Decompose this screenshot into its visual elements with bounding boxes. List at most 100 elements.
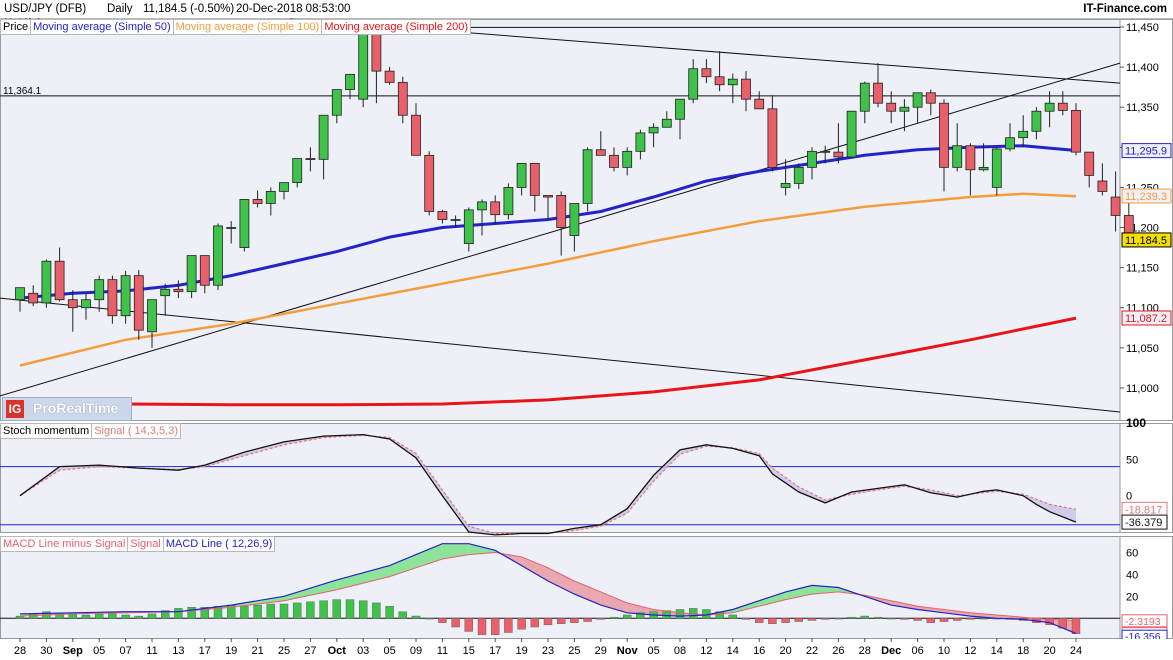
macd-histogram-bar	[372, 602, 381, 619]
price-value-label: 11,239.3	[1125, 191, 1167, 203]
macd-histogram-bar	[121, 614, 130, 619]
candle-body	[358, 27, 369, 100]
macd-histogram-bar	[517, 618, 526, 630]
x-tick-label: Nov	[617, 645, 639, 657]
macd-histogram-bar	[926, 618, 935, 623]
candle-body	[173, 288, 184, 293]
legend-stoch-signal[interactable]: Signal ( 14,3,5,3)	[91, 423, 181, 439]
candle-body	[226, 227, 237, 229]
candle-body	[622, 150, 633, 168]
candle-body	[833, 151, 844, 158]
candle-body	[1057, 102, 1068, 111]
macd-histogram-bar	[504, 618, 513, 633]
candle-body	[411, 114, 421, 156]
macd-histogram-bar	[94, 613, 104, 619]
stoch-value-label: -18.817	[1125, 504, 1162, 516]
macd-histogram-bar	[81, 614, 91, 619]
macd-histogram-bar	[860, 615, 869, 619]
candle-body	[160, 288, 171, 297]
macd-histogram-bar	[979, 618, 988, 620]
prorealtime-logo: IG ProRealTime	[2, 397, 132, 421]
x-tick-label: 26	[832, 645, 844, 657]
macd-histogram-bar	[821, 618, 830, 620]
candle-body	[81, 299, 91, 309]
legend-ma200[interactable]: Moving average (Simple 200)	[321, 19, 472, 35]
candle-body	[107, 279, 118, 317]
candle-body	[94, 279, 105, 301]
macd-histogram-bar	[253, 604, 262, 619]
x-tick-label: 20	[1043, 645, 1055, 657]
candle-body	[1071, 110, 1081, 153]
x-tick-label: 24	[1070, 645, 1082, 657]
macd-histogram-bar	[557, 618, 566, 624]
x-tick-label: 27	[304, 645, 316, 657]
legend-price[interactable]: Price	[0, 19, 32, 35]
legend-macd-line[interactable]: MACD Line ( 12,26,9)	[162, 536, 276, 552]
x-tick-label: Sep	[63, 645, 83, 657]
x-tick-label: 09	[410, 645, 422, 657]
legend-macd-hist[interactable]: MACD Line minus Signal	[0, 536, 129, 552]
macd-histogram-bar	[781, 618, 790, 623]
macd-histogram-bar	[939, 618, 949, 622]
macd-histogram-bar	[913, 618, 922, 621]
macd-histogram-bar	[306, 601, 315, 619]
price-value-label: 11,295.9	[1125, 146, 1167, 158]
x-tick-label: 21	[251, 645, 263, 657]
stoch-ytick-label: 100	[1126, 416, 1146, 430]
macd-histogram-bar	[345, 599, 355, 619]
candle-body	[899, 106, 910, 112]
macd-histogram-bar	[900, 618, 909, 620]
candle-body	[265, 191, 276, 204]
x-tick-label: 05	[647, 645, 659, 657]
candle-body	[556, 195, 567, 228]
candle-body	[384, 70, 395, 83]
price-ytick-label: 11,350	[1126, 102, 1159, 114]
price-value-label: 11,184.5	[1125, 235, 1167, 247]
macd-histogram-bar	[887, 618, 896, 620]
candle-body	[543, 195, 553, 198]
macd-histogram-bar	[807, 618, 817, 621]
macd-histogram-bar	[728, 614, 737, 619]
candle-body	[279, 182, 289, 192]
macd-histogram-bar	[953, 618, 962, 621]
candle-body	[120, 275, 131, 317]
macd-histogram-bar	[596, 618, 605, 620]
x-tick-label: 25	[568, 645, 580, 657]
candle-body	[859, 82, 870, 112]
candle-body	[147, 299, 157, 333]
legend-stoch[interactable]: Stoch momentum	[0, 423, 93, 439]
x-tick-label: 17	[199, 645, 211, 657]
macd-histogram-bar	[266, 603, 275, 619]
price-legend: Price Moving average (Simple 50) Moving …	[0, 19, 472, 35]
candle-body	[609, 154, 619, 168]
ig-logo-icon: IG	[6, 400, 24, 418]
candle-body	[186, 255, 197, 293]
candle-body	[939, 102, 949, 168]
macd-histogram-bar	[187, 607, 196, 619]
candle-body	[1097, 180, 1108, 192]
candle-body	[331, 89, 342, 116]
legend-ma100[interactable]: Moving average (Simple 100)	[172, 19, 323, 35]
x-tick-label: 14	[727, 645, 739, 657]
legend-ma50[interactable]: Moving average (Simple 50)	[30, 19, 174, 35]
candle-body	[213, 225, 223, 286]
chart-canvas[interactable]: 11,00011,05011,10011,15011,20011,25011,3…	[0, 0, 1173, 660]
x-tick-label: 23	[542, 645, 554, 657]
price-ytick-label: 11,150	[1126, 263, 1159, 275]
macd-histogram-bar	[583, 618, 592, 622]
legend-macd-signal[interactable]: Signal	[127, 536, 164, 552]
prorealtime-label: ProRealTime	[33, 400, 119, 416]
candle-body	[873, 82, 883, 104]
macd-histogram-bar	[174, 608, 183, 619]
stoch-ytick-label: 50	[1126, 454, 1138, 466]
macd-ytick-label: 40	[1126, 569, 1138, 581]
candle-body	[1018, 130, 1029, 139]
stoch-panel-bg	[0, 423, 1120, 532]
macd-histogram-bar	[543, 618, 553, 626]
candle-body	[661, 118, 672, 128]
x-tick-label: 05	[383, 645, 395, 657]
candle-body	[793, 166, 804, 184]
x-tick-label: 10	[938, 645, 950, 657]
candle-body	[675, 98, 685, 120]
macd-histogram-bar	[385, 605, 394, 619]
